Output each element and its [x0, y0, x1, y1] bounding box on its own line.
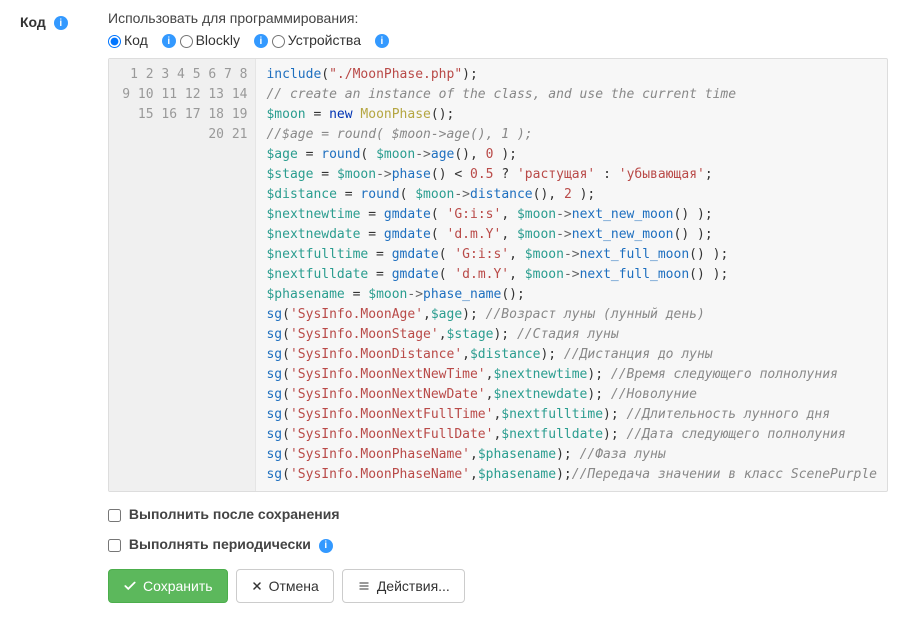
save-button[interactable]: Сохранить: [108, 569, 228, 603]
cancel-button[interactable]: Отмена: [236, 569, 334, 603]
checkbox-run-periodically[interactable]: Выполнять периодически i: [108, 536, 894, 552]
radio-blockly[interactable]: Blockly: [180, 32, 240, 48]
info-icon[interactable]: i: [319, 539, 333, 553]
info-icon[interactable]: i: [54, 16, 68, 30]
code-editor[interactable]: 1 2 3 4 5 6 7 8 9 10 11 12 13 14 15 16 1…: [108, 58, 888, 492]
info-icon[interactable]: i: [162, 34, 176, 48]
close-icon: [251, 580, 263, 592]
checkbox-run-after-save[interactable]: Выполнить после сохранения: [108, 506, 894, 522]
radio-code[interactable]: Код: [108, 32, 148, 48]
radio-devices[interactable]: Устройства: [272, 32, 361, 48]
check-icon: [123, 579, 137, 593]
section-label: Использовать для программирования:: [108, 10, 894, 26]
info-icon[interactable]: i: [375, 34, 389, 48]
actions-button[interactable]: Действия...: [342, 569, 465, 603]
field-label: Код i: [20, 10, 80, 603]
info-icon[interactable]: i: [254, 34, 268, 48]
mode-radio-group: Код i Blockly i Устройства i: [108, 32, 894, 48]
code-content[interactable]: include("./MoonPhase.php"); // create an…: [256, 59, 887, 491]
line-gutter: 1 2 3 4 5 6 7 8 9 10 11 12 13 14 15 16 1…: [109, 59, 256, 491]
menu-icon: [357, 580, 371, 592]
